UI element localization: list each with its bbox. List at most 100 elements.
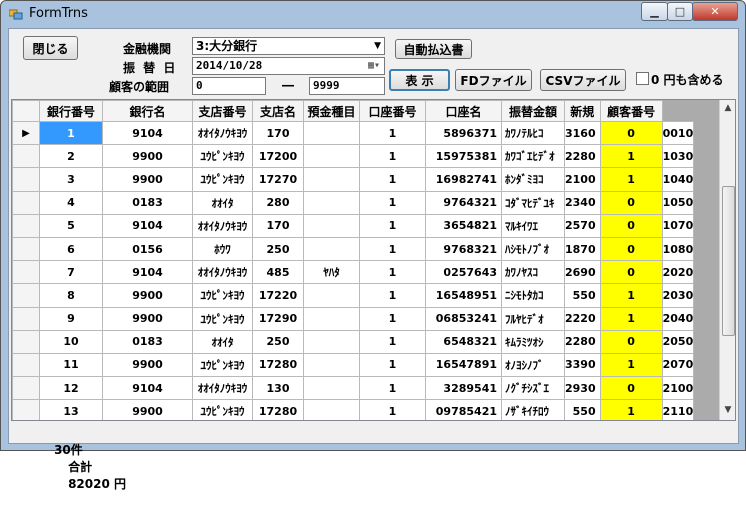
table-cell[interactable]: 9104: [102, 120, 193, 146]
table-cell[interactable]: 2100: [564, 167, 601, 192]
row-number-cell[interactable]: 11: [39, 352, 103, 378]
table-cell[interactable]: ﾔﾊﾀ: [303, 260, 360, 285]
table-cell[interactable]: 9104: [102, 376, 193, 401]
row-header[interactable]: ▶: [12, 120, 40, 146]
include-zero-checkbox[interactable]: [636, 72, 649, 85]
table-cell[interactable]: 1: [599, 144, 663, 169]
table-cell[interactable]: ﾕｳﾋﾟﾝｷﾖｳ: [192, 306, 253, 331]
table-cell[interactable]: 1: [599, 399, 663, 420]
date-picker[interactable]: 2014/10/28 ▦▾: [192, 57, 385, 75]
table-cell[interactable]: 3390: [564, 352, 601, 378]
table-row[interactable]: 2 9900 ﾕｳﾋﾟﾝｷﾖｳ 17200 1 15975381 ｶﾜｺﾞｴﾋﾃﾞｵ 2280…: [12, 144, 695, 169]
column-header[interactable]: 口座番号: [359, 100, 426, 122]
table-row[interactable]: 9 9900 ﾕｳﾋﾟﾝｷﾖｳ 17290 1 06853241 ﾌﾙﾔﾋﾃﾞｵ 2220 1 2…: [12, 306, 695, 331]
table-cell[interactable]: ﾎﾝﾀﾞﾐﾖｺ: [501, 167, 565, 192]
table-cell[interactable]: 2340: [564, 190, 601, 215]
table-cell[interactable]: ﾌﾙﾔﾋﾃﾞｵ: [501, 306, 565, 331]
table-cell[interactable]: [303, 399, 360, 420]
table-cell[interactable]: 1: [359, 306, 426, 331]
table-cell[interactable]: 1: [359, 144, 426, 169]
table-cell[interactable]: 2930: [564, 376, 601, 401]
range-from-input[interactable]: 0: [192, 77, 266, 95]
table-cell[interactable]: 3289541: [425, 376, 502, 401]
table-cell[interactable]: ﾕｳﾋﾟﾝｷﾖｳ: [192, 399, 253, 420]
table-cell[interactable]: 1: [599, 167, 663, 192]
column-header[interactable]: 支店名: [252, 100, 304, 122]
table-cell[interactable]: 1: [359, 352, 426, 378]
table-cell[interactable]: 250: [252, 329, 304, 354]
table-cell[interactable]: ｵｵｲﾀﾉｳｷﾖｳ: [192, 376, 253, 401]
row-number-cell[interactable]: 3: [39, 167, 103, 192]
row-number-cell[interactable]: 6: [39, 236, 103, 262]
table-cell[interactable]: [303, 283, 360, 308]
table-cell[interactable]: 2690: [564, 260, 601, 285]
table-row[interactable]: 10 0183 ｵｵｲﾀ 250 1 6548321 ｷﾑﾗﾐﾂｵｼ 2280 0 2050: [12, 329, 695, 354]
table-cell[interactable]: ｶﾜﾉﾃﾙﾋｺ: [501, 120, 565, 146]
row-number-cell[interactable]: 13: [39, 399, 103, 420]
row-header[interactable]: [12, 213, 40, 238]
table-cell[interactable]: 9900: [102, 144, 193, 169]
table-cell[interactable]: 17280: [252, 352, 304, 378]
table-cell[interactable]: 9104: [102, 260, 193, 285]
row-number-cell[interactable]: 12: [39, 376, 103, 401]
table-cell[interactable]: 1870: [564, 236, 601, 262]
row-header[interactable]: [12, 260, 40, 285]
column-header[interactable]: 新規: [564, 100, 601, 122]
table-cell[interactable]: ｶﾜｺﾞｴﾋﾃﾞｵ: [501, 144, 565, 169]
table-cell[interactable]: 9900: [102, 167, 193, 192]
column-header[interactable]: 銀行名: [102, 100, 193, 122]
table-cell[interactable]: 0: [599, 120, 663, 146]
table-cell[interactable]: 170: [252, 120, 304, 146]
title-bar[interactable]: FormTrns ▁ □ ✕: [1, 1, 745, 27]
table-cell[interactable]: 16547891: [425, 352, 502, 378]
table-row[interactable]: 4 0183 ｵｵｲﾀ 280 1 9764321 ｺﾀﾞﾏﾋﾃﾞﾕｷ 2340 0 1050: [12, 190, 695, 215]
table-cell[interactable]: ｵｵｲﾀﾉｳｷﾖｳ: [192, 120, 253, 146]
minimize-button[interactable]: ▁: [641, 2, 668, 21]
table-cell[interactable]: ｵｵｲﾀﾉｳｷﾖｳ: [192, 260, 253, 285]
table-cell[interactable]: 9764321: [425, 190, 502, 215]
row-header[interactable]: [12, 167, 40, 192]
table-row[interactable]: 6 0156 ﾎｳﾜ 250 1 9768321 ﾊｼﾓﾄﾉﾌﾞｵ 1870 0 1080: [12, 236, 695, 262]
table-cell[interactable]: 16548951: [425, 283, 502, 308]
column-header[interactable]: 振替金額: [501, 100, 565, 122]
table-cell[interactable]: 550: [564, 399, 601, 420]
column-header[interactable]: 銀行番号: [39, 100, 103, 122]
table-cell[interactable]: ﾕｳﾋﾟﾝｷﾖｳ: [192, 283, 253, 308]
table-cell[interactable]: [303, 306, 360, 331]
table-row[interactable]: 11 9900 ﾕｳﾋﾟﾝｷﾖｳ 17280 1 16547891 ｵﾉﾖｼﾉﾌﾞ 3390 1…: [12, 352, 695, 378]
table-cell[interactable]: ｵｵｲﾀ: [192, 329, 253, 354]
table-cell[interactable]: ﾕｳﾋﾟﾝｷﾖｳ: [192, 352, 253, 378]
chevron-down-icon[interactable]: ▼: [374, 38, 381, 54]
table-cell[interactable]: 550: [564, 283, 601, 308]
row-number-cell[interactable]: 4: [39, 190, 103, 215]
table-cell[interactable]: ﾕｳﾋﾟﾝｷﾖｳ: [192, 167, 253, 192]
table-cell[interactable]: ﾕｳﾋﾟﾝｷﾖｳ: [192, 144, 253, 169]
table-cell[interactable]: 1: [359, 260, 426, 285]
table-cell[interactable]: 2030: [661, 283, 695, 308]
table-cell[interactable]: 9768321: [425, 236, 502, 262]
table-cell[interactable]: 6548321: [425, 329, 502, 354]
table-cell[interactable]: ﾆｼﾓﾄﾀｶｺ: [501, 283, 565, 308]
table-cell[interactable]: 2280: [564, 144, 601, 169]
table-cell[interactable]: 2220: [564, 306, 601, 331]
table-cell[interactable]: 1: [359, 399, 426, 420]
row-number-cell[interactable]: 9: [39, 306, 103, 331]
transfer-grid[interactable]: 銀行番号 銀行名 支店番号 支店名 預金種目 口座番号 口座名 振替金額 新規 顧客番号 ▶ 1 91…: [11, 99, 736, 421]
table-cell[interactable]: [303, 144, 360, 169]
vertical-scrollbar[interactable]: ▲ ▼: [719, 100, 735, 420]
table-cell[interactable]: ﾎｳﾜ: [192, 236, 253, 262]
table-row[interactable]: 8 9900 ﾕｳﾋﾟﾝｷﾖｳ 17220 1 16548951 ﾆｼﾓﾄﾀｶｺ 550 1 20…: [12, 283, 695, 308]
table-cell[interactable]: ﾉｸﾞﾁｼｽﾞｴ: [501, 376, 565, 401]
table-cell[interactable]: ｵｵｲﾀ: [192, 190, 253, 215]
table-cell[interactable]: 2280: [564, 329, 601, 354]
scroll-down-arrow-icon[interactable]: ▼: [720, 402, 735, 419]
row-number-cell[interactable]: 1: [39, 120, 103, 146]
table-cell[interactable]: ﾉｻﾞｷｲﾁﾛｳ: [501, 399, 565, 420]
table-cell[interactable]: 0: [599, 213, 663, 238]
row-header[interactable]: [12, 144, 40, 169]
table-cell[interactable]: [303, 376, 360, 401]
table-cell[interactable]: [303, 167, 360, 192]
auto-payment-button[interactable]: 自動払込書: [395, 39, 472, 59]
table-cell[interactable]: 0: [599, 329, 663, 354]
table-cell[interactable]: 0257643: [425, 260, 502, 285]
